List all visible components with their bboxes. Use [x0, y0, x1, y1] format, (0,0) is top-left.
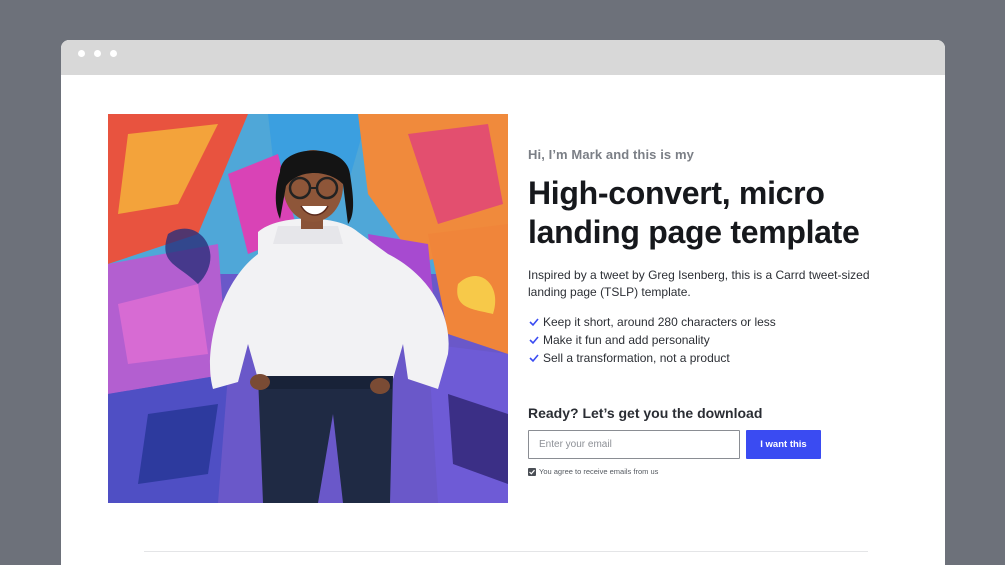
list-item-label: Make it fun and add personality	[543, 333, 710, 347]
email-field[interactable]	[528, 430, 740, 459]
cta-heading: Ready? Let’s get you the download	[528, 405, 763, 421]
window-dot-close[interactable]	[78, 50, 85, 57]
eyebrow-text: Hi, I’m Mark and this is my	[528, 147, 694, 162]
browser-window: Hi, I’m Mark and this is my High-convert…	[61, 40, 945, 565]
check-icon	[529, 336, 539, 345]
list-item: Keep it short, around 280 characters or …	[528, 313, 908, 331]
consent-checkbox-row[interactable]: You agree to receive emails from us	[528, 467, 908, 476]
check-icon	[529, 318, 539, 327]
divider	[144, 551, 868, 552]
list-item-label: Keep it short, around 280 characters or …	[543, 315, 776, 329]
check-icon	[529, 354, 539, 363]
submit-button[interactable]: I want this	[746, 430, 821, 459]
feature-list: Keep it short, around 280 characters or …	[528, 313, 908, 367]
intro-paragraph: Inspired by a tweet by Greg Isenberg, th…	[528, 268, 870, 299]
signup-form: I want this	[528, 430, 908, 459]
checkbox-checked-icon[interactable]	[528, 467, 536, 476]
window-dot-maximize[interactable]	[110, 50, 117, 57]
page-title-line-2: landing page template	[528, 214, 860, 250]
window-titlebar	[61, 40, 945, 75]
page-title: High-convert, micro landing page templat…	[528, 174, 908, 252]
page-title-line-1: High-convert, micro	[528, 175, 825, 211]
hero-photo	[108, 114, 508, 503]
list-item: Sell a transformation, not a product	[528, 349, 908, 367]
consent-label: You agree to receive emails from us	[539, 467, 659, 476]
hero-content: Hi, I’m Mark and this is my High-convert…	[528, 147, 908, 476]
window-dot-minimize[interactable]	[94, 50, 101, 57]
list-item: Make it fun and add personality	[528, 331, 908, 349]
list-item-label: Sell a transformation, not a product	[543, 351, 730, 365]
